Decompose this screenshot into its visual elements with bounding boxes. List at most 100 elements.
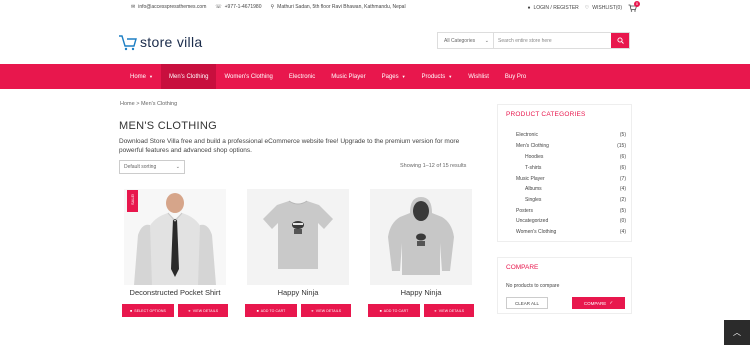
category-item-electronic[interactable]: Electronic (5): [516, 132, 626, 138]
category-count: (5): [619, 208, 626, 214]
product-name[interactable]: Happy Ninja: [245, 288, 351, 297]
button-label: SELECT OPTIONS: [134, 308, 166, 313]
search-bar: All Categories ⌄: [437, 32, 630, 49]
cart-button[interactable]: 0: [628, 1, 640, 12]
category-label: Electronic: [516, 132, 538, 138]
add-to-cart-button[interactable]: ■ ADD TO CART: [245, 304, 297, 317]
nav-item-buy-pro[interactable]: Buy Pro: [497, 64, 534, 89]
product-card: Happy Ninja ■ ADD TO CART ➜ VIEW DETAILS: [245, 185, 351, 319]
category-label: Albums: [525, 186, 542, 192]
arrow-icon: ➜: [310, 308, 314, 313]
category-item-music-player[interactable]: Music Player (7): [516, 176, 626, 182]
product-name[interactable]: Deconstructed Pocket Shirt: [122, 288, 228, 297]
button-label: ADD TO CART: [260, 308, 286, 313]
category-label: Singles: [525, 197, 542, 203]
nav-item-music-player[interactable]: Music Player: [323, 64, 373, 89]
chevron-down-icon: ▼: [401, 74, 406, 79]
compare-widget: COMPARE No products to compare CLEAR ALL…: [497, 257, 632, 314]
button-label: COMPARE: [583, 300, 607, 306]
category-item-hoodies[interactable]: Hoodies (6): [525, 154, 626, 160]
nav-item-wishlist[interactable]: Wishlist: [460, 64, 497, 89]
sort-select[interactable]: Default sorting ⌄: [119, 160, 185, 174]
cart-icon: ■: [379, 308, 382, 313]
product-actions: ■ ADD TO CART ➜ VIEW DETAILS: [368, 304, 474, 317]
breadcrumb[interactable]: Home > Men's Clothing: [120, 101, 177, 107]
email-item[interactable]: ✉ info@accesspressthemes.com: [131, 4, 206, 10]
nav-item-home[interactable]: Home ▼: [122, 64, 161, 89]
view-details-button[interactable]: ➜ VIEW DETAILS: [301, 304, 351, 317]
product-name[interactable]: Happy Ninja: [368, 288, 474, 297]
category-select[interactable]: All Categories ⌄: [438, 33, 494, 48]
category-count: (0): [619, 218, 626, 224]
category-item-womens-clothing[interactable]: Women's Clothing (4): [516, 229, 626, 235]
product-actions: ■ ADD TO CART ➜ VIEW DETAILS: [245, 304, 351, 317]
category-label: Men's Clothing: [516, 143, 549, 149]
nav-item-products[interactable]: Products ▼: [414, 64, 461, 89]
nav-item-womens-clothing[interactable]: Women's Clothing: [216, 64, 280, 89]
user-icon: ●: [527, 4, 531, 11]
map-marker-icon: ⚲: [270, 3, 275, 10]
category-item-mens-clothing[interactable]: Men's Clothing (15): [516, 143, 626, 149]
search-input[interactable]: [494, 33, 611, 48]
button-label: VIEW DETAILS: [438, 308, 465, 313]
category-label: Posters: [516, 208, 533, 214]
result-count: Showing 1–12 of 15 results: [400, 163, 467, 169]
category-item-uncategorized[interactable]: Uncategorized (0): [516, 218, 626, 224]
category-item-singles[interactable]: Singles (2): [525, 197, 626, 203]
compare-empty-text: No products to compare: [506, 283, 560, 289]
add-to-cart-button[interactable]: ■ ADD TO CART: [368, 304, 420, 317]
category-count: (4): [619, 229, 626, 235]
nav-label: Buy Pro: [504, 73, 527, 80]
wishlist-link[interactable]: ♡ WISHLIST(0): [585, 5, 622, 11]
product-card: SALE! Deconstructed Pocket Shirt ■ SELEC…: [122, 185, 228, 319]
category-item-posters[interactable]: Posters (5): [516, 208, 626, 214]
nav-item-mens-clothing[interactable]: Men's Clothing: [160, 64, 217, 89]
widget-title: COMPARE: [506, 264, 539, 271]
nav-label: Men's Clothing: [168, 73, 209, 80]
category-count: (7): [619, 176, 626, 182]
nav-label: Women's Clothing: [224, 73, 273, 80]
site-logo[interactable]: store villa: [118, 32, 202, 52]
search-icon: [616, 37, 624, 44]
search-button[interactable]: [611, 33, 629, 48]
view-details-button[interactable]: ➜ VIEW DETAILS: [178, 304, 228, 317]
category-label: Women's Clothing: [516, 229, 557, 235]
nav-items: Home ▼ Men's Clothing Women's Clothing E…: [122, 64, 534, 89]
cart-icon: ■: [256, 308, 259, 313]
category-count: (5): [619, 132, 626, 138]
category-label: Uncategorized: [516, 218, 549, 224]
category-count: (4): [619, 186, 626, 192]
logo-text: store villa: [140, 34, 202, 50]
product-image[interactable]: [370, 189, 472, 285]
category-label: Hoodies: [525, 154, 544, 160]
product-image[interactable]: [124, 189, 226, 285]
category-item-albums[interactable]: Albums (4): [525, 186, 626, 192]
logo-villa-text: villa: [176, 34, 203, 50]
category-item-t-shirts[interactable]: T-shirts (6): [525, 165, 626, 171]
shirt-image: [124, 189, 226, 285]
scroll-to-top-button[interactable]: ︿: [724, 320, 750, 345]
logo-store-text: store: [140, 34, 173, 50]
compare-button[interactable]: COMPARE ✓: [572, 297, 625, 309]
sale-badge: SALE!: [127, 190, 138, 212]
category-label: T-shirts: [525, 165, 542, 171]
login-text: LOGIN / REGISTER: [533, 5, 579, 11]
top-bar: ✉ info@accesspressthemes.com ☏ +977-1-46…: [0, 0, 750, 14]
hoodie-image: [370, 189, 472, 285]
wishlist-text: WISHLIST(0): [592, 5, 622, 11]
nav-item-pages[interactable]: Pages ▼: [374, 64, 414, 89]
nav-label: Pages: [381, 73, 399, 80]
clear-all-button[interactable]: CLEAR ALL: [506, 297, 548, 309]
arrow-icon: ➜: [187, 308, 191, 313]
cart-count-badge: 0: [634, 1, 640, 7]
login-link[interactable]: ● LOGIN / REGISTER: [527, 5, 578, 11]
product-card: Happy Ninja ■ ADD TO CART ➜ VIEW DETAILS: [368, 185, 474, 319]
phone-text: +977-1-4671980: [224, 4, 262, 10]
contact-info: ✉ info@accesspressthemes.com ☏ +977-1-46…: [131, 4, 406, 10]
category-count: (2): [619, 197, 626, 203]
product-image[interactable]: [247, 189, 349, 285]
nav-item-electronic[interactable]: Electronic: [281, 64, 323, 89]
view-details-button[interactable]: ➜ VIEW DETAILS: [424, 304, 474, 317]
select-options-button[interactable]: ■ SELECT OPTIONS: [122, 304, 174, 317]
address-text: Mathuri Sadan, 5th floor Ravi Bhawan, Ka…: [277, 4, 406, 10]
